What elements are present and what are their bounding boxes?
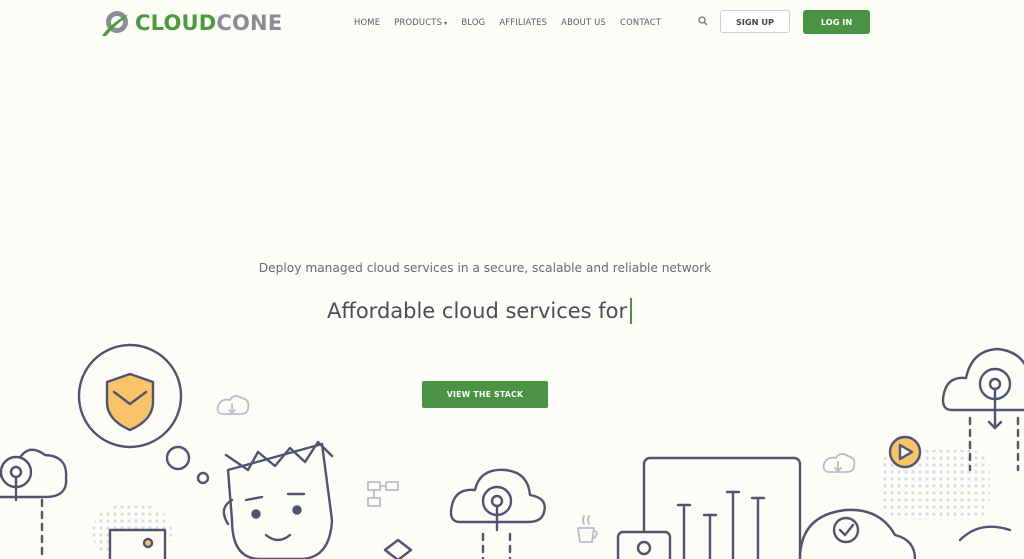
cloud-download-icon [216, 395, 250, 415]
nav-contact[interactable]: CONTACT [620, 17, 661, 27]
hero-headline: Affordable cloud services for [327, 298, 633, 324]
cloud-download-icon [822, 453, 856, 473]
cloud-node-icon [449, 468, 546, 559]
coffee-cup-icon [577, 515, 598, 543]
logo-text: CLOUDCONE [135, 11, 283, 35]
cloudcone-logo[interactable]: CLOUDCONE [100, 8, 282, 38]
nav-blog[interactable]: BLOG [461, 17, 485, 27]
main-nav: HOME PRODUCTS ▾ BLOG AFFILIATES ABOUT US … [354, 17, 675, 27]
nav-affiliates[interactable]: AFFILIATES [499, 17, 547, 27]
nav-about-us[interactable]: ABOUT US [561, 17, 606, 27]
hero-headline-text: Affordable cloud services for [327, 299, 628, 323]
hero-tagline: Deploy managed cloud services in a secur… [258, 261, 712, 275]
person-illustration [222, 440, 334, 559]
logo-icon [102, 11, 128, 36]
nav-products-label: PRODUCTS [394, 17, 443, 27]
site-header: CLOUDCONE HOME PRODUCTS ▾ BLOG AFFILIATES… [0, 0, 1024, 46]
shield-icon [77, 343, 210, 485]
flowchart-icon [367, 481, 399, 507]
sign-up-button[interactable]: SIGN UP [720, 10, 790, 33]
search-icon[interactable] [697, 15, 709, 27]
nav-home[interactable]: HOME [354, 17, 380, 27]
log-in-button[interactable]: LOG IN [803, 10, 870, 34]
typing-cursor [630, 298, 633, 324]
play-icon [888, 435, 922, 469]
cloud-node-icon [0, 448, 68, 559]
chevron-down-icon: ▾ [444, 20, 448, 27]
hero-illustration [0, 343, 1024, 559]
nav-products[interactable]: PRODUCTS ▾ [394, 17, 447, 27]
image-frame-icon [108, 528, 167, 559]
